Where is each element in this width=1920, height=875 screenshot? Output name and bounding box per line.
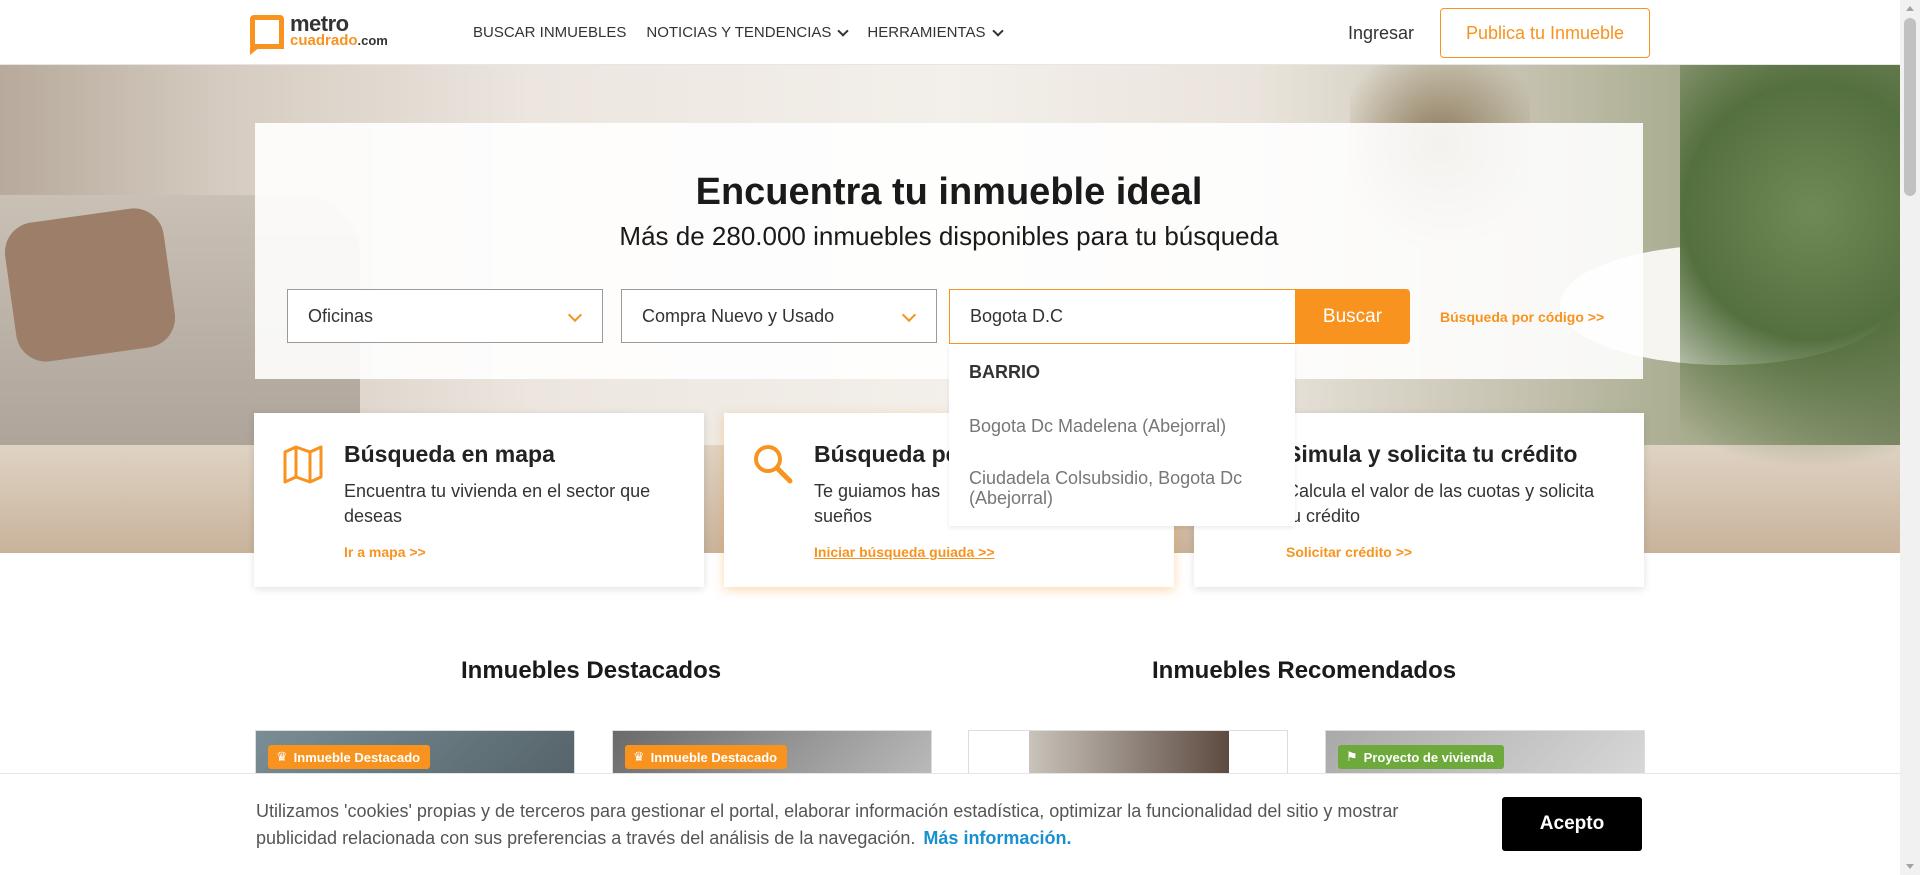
scroll-thumb[interactable] xyxy=(1904,18,1916,196)
chevron-down-icon xyxy=(991,24,1004,37)
card-title: Búsqueda pe xyxy=(814,441,959,467)
logo-text-bottom: cuadrado xyxy=(290,32,358,49)
logo[interactable]: metro cuadrado.com xyxy=(250,11,388,55)
location-suggestions: BARRIO Bogota Dc Madelena (Abejorral) Ci… xyxy=(949,344,1295,526)
hero-subtitle: Más de 280.000 inmuebles disponibles par… xyxy=(619,221,1279,251)
guided-search-link[interactable]: Iniciar búsqueda guiada >> xyxy=(814,544,995,560)
chevron-down-icon xyxy=(567,307,583,323)
property-type-select[interactable]: Oficinas xyxy=(287,289,603,343)
code-search-link[interactable]: Búsqueda por código >> xyxy=(1440,309,1604,325)
map-icon xyxy=(283,445,323,484)
nav-herramientas[interactable]: HERRAMIENTAS xyxy=(867,24,1004,41)
featured-tag: ♛ Inmueble Destacado xyxy=(625,745,788,769)
crown-icon: ♛ xyxy=(633,749,645,764)
chevron-down-icon xyxy=(837,24,850,37)
logo-text-top: metro xyxy=(290,11,349,36)
credit-link[interactable]: Solicitar crédito >> xyxy=(1286,544,1412,560)
more-info-link[interactable]: Más información. xyxy=(923,828,1071,848)
recommended-section-title: Inmuebles Recomendados xyxy=(1152,657,1457,684)
search-button[interactable]: Buscar xyxy=(1295,289,1410,344)
logo-mark-icon xyxy=(250,15,284,55)
card-description: Encuentra tu vivienda en el sector que d… xyxy=(344,481,651,526)
cookie-banner: Utilizamos 'cookies' propias y de tercer… xyxy=(0,773,1900,875)
card-title: Simula y solicita tu crédito xyxy=(1286,441,1578,467)
project-tag: ⚑ Proyecto de vivienda xyxy=(1338,745,1504,769)
scroll-down-arrow-icon[interactable] xyxy=(1906,864,1914,869)
site-header: metro cuadrado.com BUSCAR INMUEBLES NOTI… xyxy=(0,0,1900,65)
hero-pillow-image xyxy=(1,204,179,366)
main-nav: BUSCAR INMUEBLES NOTICIAS Y TENDENCIAS H… xyxy=(473,24,1004,41)
operation-select[interactable]: Compra Nuevo y Usado xyxy=(621,289,937,343)
map-link[interactable]: Ir a mapa >> xyxy=(344,544,426,560)
chevron-down-icon xyxy=(901,307,917,323)
suggestion-group-header: BARRIO xyxy=(969,362,1040,382)
featured-section-title: Inmuebles Destacados xyxy=(461,657,722,684)
hero-title: Encuentra tu inmueble ideal xyxy=(695,171,1203,213)
card-description: Calcula el valor de las cuotas y solicit… xyxy=(1286,481,1595,526)
crown-icon: ♛ xyxy=(276,749,288,764)
scroll-up-arrow-icon[interactable] xyxy=(1906,6,1914,11)
card-title: Búsqueda en mapa xyxy=(344,441,555,467)
nav-noticias[interactable]: NOTICIAS Y TENDENCIAS xyxy=(646,24,850,41)
logo-domain: .com xyxy=(357,33,388,48)
featured-tag: ♛ Inmueble Destacado xyxy=(268,745,431,769)
location-input[interactable] xyxy=(949,289,1295,344)
nav-buscar-inmuebles[interactable]: BUSCAR INMUEBLES xyxy=(473,24,626,41)
search-panel: Encuentra tu inmueble ideal Más de 280.0… xyxy=(255,123,1643,379)
suggestion-item[interactable]: Ciudadela Colsubsidio, Bogota Dc (Abejor… xyxy=(969,468,1289,508)
publish-button[interactable]: Publica tu Inmueble xyxy=(1440,8,1650,58)
card-description: Te guiamos has sueños xyxy=(814,481,941,526)
hero-plant-image xyxy=(1680,65,1900,553)
vertical-scrollbar[interactable] xyxy=(1900,0,1920,875)
accept-cookies-button[interactable]: Acepto xyxy=(1502,797,1642,851)
flag-icon: ⚑ xyxy=(1346,749,1358,764)
suggestion-item[interactable]: Bogota Dc Madelena (Abejorral) xyxy=(969,416,1289,436)
cookie-message: Utilizamos 'cookies' propias y de tercer… xyxy=(256,801,1399,848)
map-search-card[interactable]: Búsqueda en mapa Encuentra tu vivienda e… xyxy=(254,413,704,587)
search-icon xyxy=(754,445,793,484)
login-link[interactable]: Ingresar xyxy=(1348,23,1414,44)
